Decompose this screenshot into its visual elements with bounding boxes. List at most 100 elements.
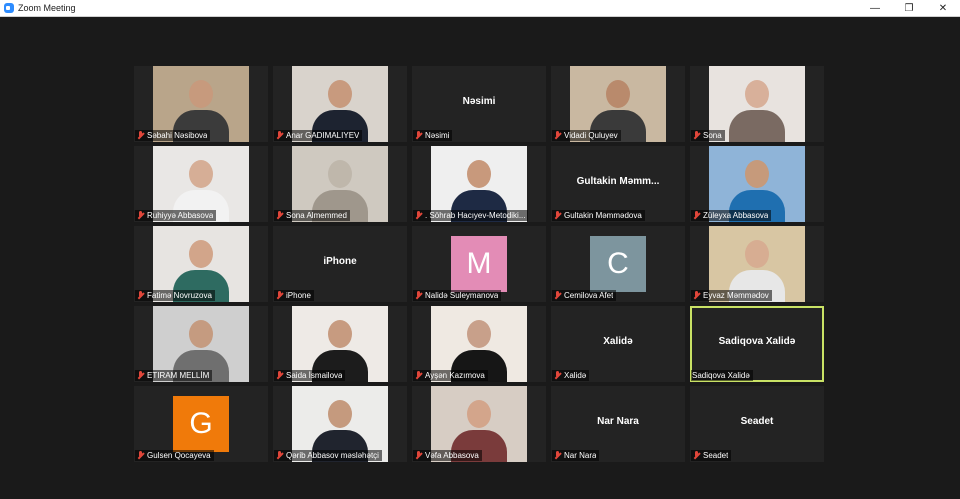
- muted-mic-icon: [275, 291, 284, 300]
- participant-tile[interactable]: . Söhrab Hacıyev-Metodiki...: [412, 146, 546, 222]
- participant-display-name: Sadiqova Xalidə: [718, 335, 796, 347]
- participant-tile[interactable]: Saida İsmailova: [273, 306, 407, 382]
- participant-name-label: Saida İsmailova: [274, 370, 346, 381]
- participant-name-label: Sona: [691, 130, 725, 141]
- participant-tile[interactable]: Fatimə Novruzova: [134, 226, 268, 302]
- muted-mic-icon: [136, 451, 145, 460]
- participant-tile[interactable]: Sadiqova Xalidə Sadiqova Xalidə: [690, 306, 824, 382]
- person-head: [328, 320, 352, 348]
- participant-name: Cemilova Afet: [564, 291, 614, 300]
- participant-display-name: Nəsimi: [462, 95, 496, 107]
- participant-tile[interactable]: G Gulsen Qocayeva: [134, 386, 268, 462]
- participant-display-name: Nar Nara: [597, 415, 639, 427]
- participant-name-label: . Söhrab Hacıyev-Metodiki...: [413, 210, 529, 221]
- person-body: [729, 110, 785, 142]
- participant-name: Vəfa Abbasova: [425, 451, 479, 460]
- title-bar: Zoom Meeting — ❐ ✕: [0, 0, 960, 17]
- participant-name: Sona: [703, 131, 722, 140]
- participant-name: Səbahi Nəsibova: [147, 131, 208, 140]
- participant-name: Vidadi Quluyev: [564, 131, 618, 140]
- participant-tile[interactable]: Ayşən Kazımova: [412, 306, 546, 382]
- muted-mic-icon: [414, 291, 423, 300]
- participant-display-name: iPhone: [323, 255, 357, 267]
- participant-tile[interactable]: Züleyxa Abbasova: [690, 146, 824, 222]
- participant-name: Seadet: [703, 451, 729, 460]
- person-head: [328, 400, 352, 428]
- muted-mic-icon: [692, 291, 701, 300]
- participant-name-label: Seadet: [691, 450, 732, 461]
- participant-name-label: Vəfa Abbasova: [413, 450, 482, 461]
- muted-mic-icon: [553, 291, 562, 300]
- participant-name: Fatimə Novruzova: [147, 291, 212, 300]
- participant-tile[interactable]: Xalidə Xalidə: [551, 306, 685, 382]
- participant-name-label: Nar Nara: [552, 450, 600, 461]
- muted-mic-icon: [553, 211, 562, 220]
- muted-mic-icon: [136, 211, 145, 220]
- participant-name: Qərib Abbasov məsləhətçi: [286, 451, 379, 460]
- person-head: [745, 240, 769, 268]
- participant-name-label: Gulsen Qocayeva: [135, 450, 214, 461]
- participant-display-name: Seadet: [740, 415, 774, 427]
- person-head: [606, 80, 630, 108]
- person-head: [189, 320, 213, 348]
- participant-tile[interactable]: Qərib Abbasov məsləhətçi: [273, 386, 407, 462]
- participant-name: Sona Almemmed: [286, 211, 347, 220]
- participant-tile[interactable]: Ruhiyyə Abbasova: [134, 146, 268, 222]
- participant-display-name: Xalidə: [603, 335, 633, 347]
- participant-name-label: Nalidə Suleymanova: [413, 290, 502, 301]
- muted-mic-icon: [692, 451, 701, 460]
- participant-name: ETIRAM MELLİM: [147, 371, 210, 380]
- participant-tile[interactable]: Eyvaz Məmmədov: [690, 226, 824, 302]
- person-head: [467, 320, 491, 348]
- participant-name: Nəsimi: [425, 131, 450, 140]
- participant-tile[interactable]: Sona: [690, 66, 824, 142]
- muted-mic-icon: [136, 131, 145, 140]
- participant-tile[interactable]: C Cemilova Afet: [551, 226, 685, 302]
- participant-tile[interactable]: M Nalidə Suleymanova: [412, 226, 546, 302]
- participant-name-label: Sadiqova Xalidə: [691, 370, 753, 381]
- muted-mic-icon: [275, 211, 284, 220]
- window-controls: — ❐ ✕: [858, 0, 960, 16]
- participant-tile[interactable]: iPhone iPhone: [273, 226, 407, 302]
- muted-mic-icon: [136, 291, 145, 300]
- participant-name: . Söhrab Hacıyev-Metodiki...: [425, 211, 526, 220]
- person-head: [745, 80, 769, 108]
- participant-name: Saida İsmailova: [286, 371, 343, 380]
- participant-tile[interactable]: Nar Nara Nar Nara: [551, 386, 685, 462]
- person-head: [189, 160, 213, 188]
- participant-tile[interactable]: Gultakin Məmm... Gultakin Məmmədova: [551, 146, 685, 222]
- participant-initial-avatar: M: [451, 236, 507, 292]
- maximize-button[interactable]: ❐: [892, 0, 926, 16]
- muted-mic-icon: [136, 371, 145, 380]
- participant-tile[interactable]: Seadet Seadet: [690, 386, 824, 462]
- participant-name-label: Xalidə: [552, 370, 590, 381]
- participant-tile[interactable]: Vidadi Quluyev: [551, 66, 685, 142]
- participant-tile[interactable]: Anar GADIMALIYEV: [273, 66, 407, 142]
- muted-mic-icon: [553, 371, 562, 380]
- person-head: [745, 160, 769, 188]
- participant-name-label: Qərib Abbasov məsləhətçi: [274, 450, 382, 461]
- participant-name: Anar GADIMALIYEV: [286, 131, 360, 140]
- participant-name-label: Ruhiyyə Abbasova: [135, 210, 217, 221]
- muted-mic-icon: [414, 371, 423, 380]
- participant-name-label: Anar GADIMALIYEV: [274, 130, 363, 141]
- participant-name: Gultakin Məmmədova: [564, 211, 642, 220]
- person-head: [189, 80, 213, 108]
- muted-mic-icon: [692, 131, 701, 140]
- participant-name: Ruhiyyə Abbasova: [147, 211, 214, 220]
- participant-name-label: ETIRAM MELLİM: [135, 370, 213, 381]
- participant-tile[interactable]: Vəfa Abbasova: [412, 386, 546, 462]
- minimize-button[interactable]: —: [858, 0, 892, 16]
- participant-initial-avatar: G: [173, 396, 229, 452]
- participant-tile[interactable]: ETIRAM MELLİM: [134, 306, 268, 382]
- participant-name-label: Fatimə Novruzova: [135, 290, 215, 301]
- participant-name: Züleyxa Abbasova: [703, 211, 769, 220]
- participant-name-label: Səbahi Nəsibova: [135, 130, 211, 141]
- participant-tile[interactable]: Səbahi Nəsibova: [134, 66, 268, 142]
- person-head: [467, 400, 491, 428]
- person-head: [328, 80, 352, 108]
- participant-tile[interactable]: Sona Almemmed: [273, 146, 407, 222]
- participant-tile[interactable]: Nəsimi Nəsimi: [412, 66, 546, 142]
- muted-mic-icon: [414, 211, 423, 220]
- close-button[interactable]: ✕: [926, 0, 960, 16]
